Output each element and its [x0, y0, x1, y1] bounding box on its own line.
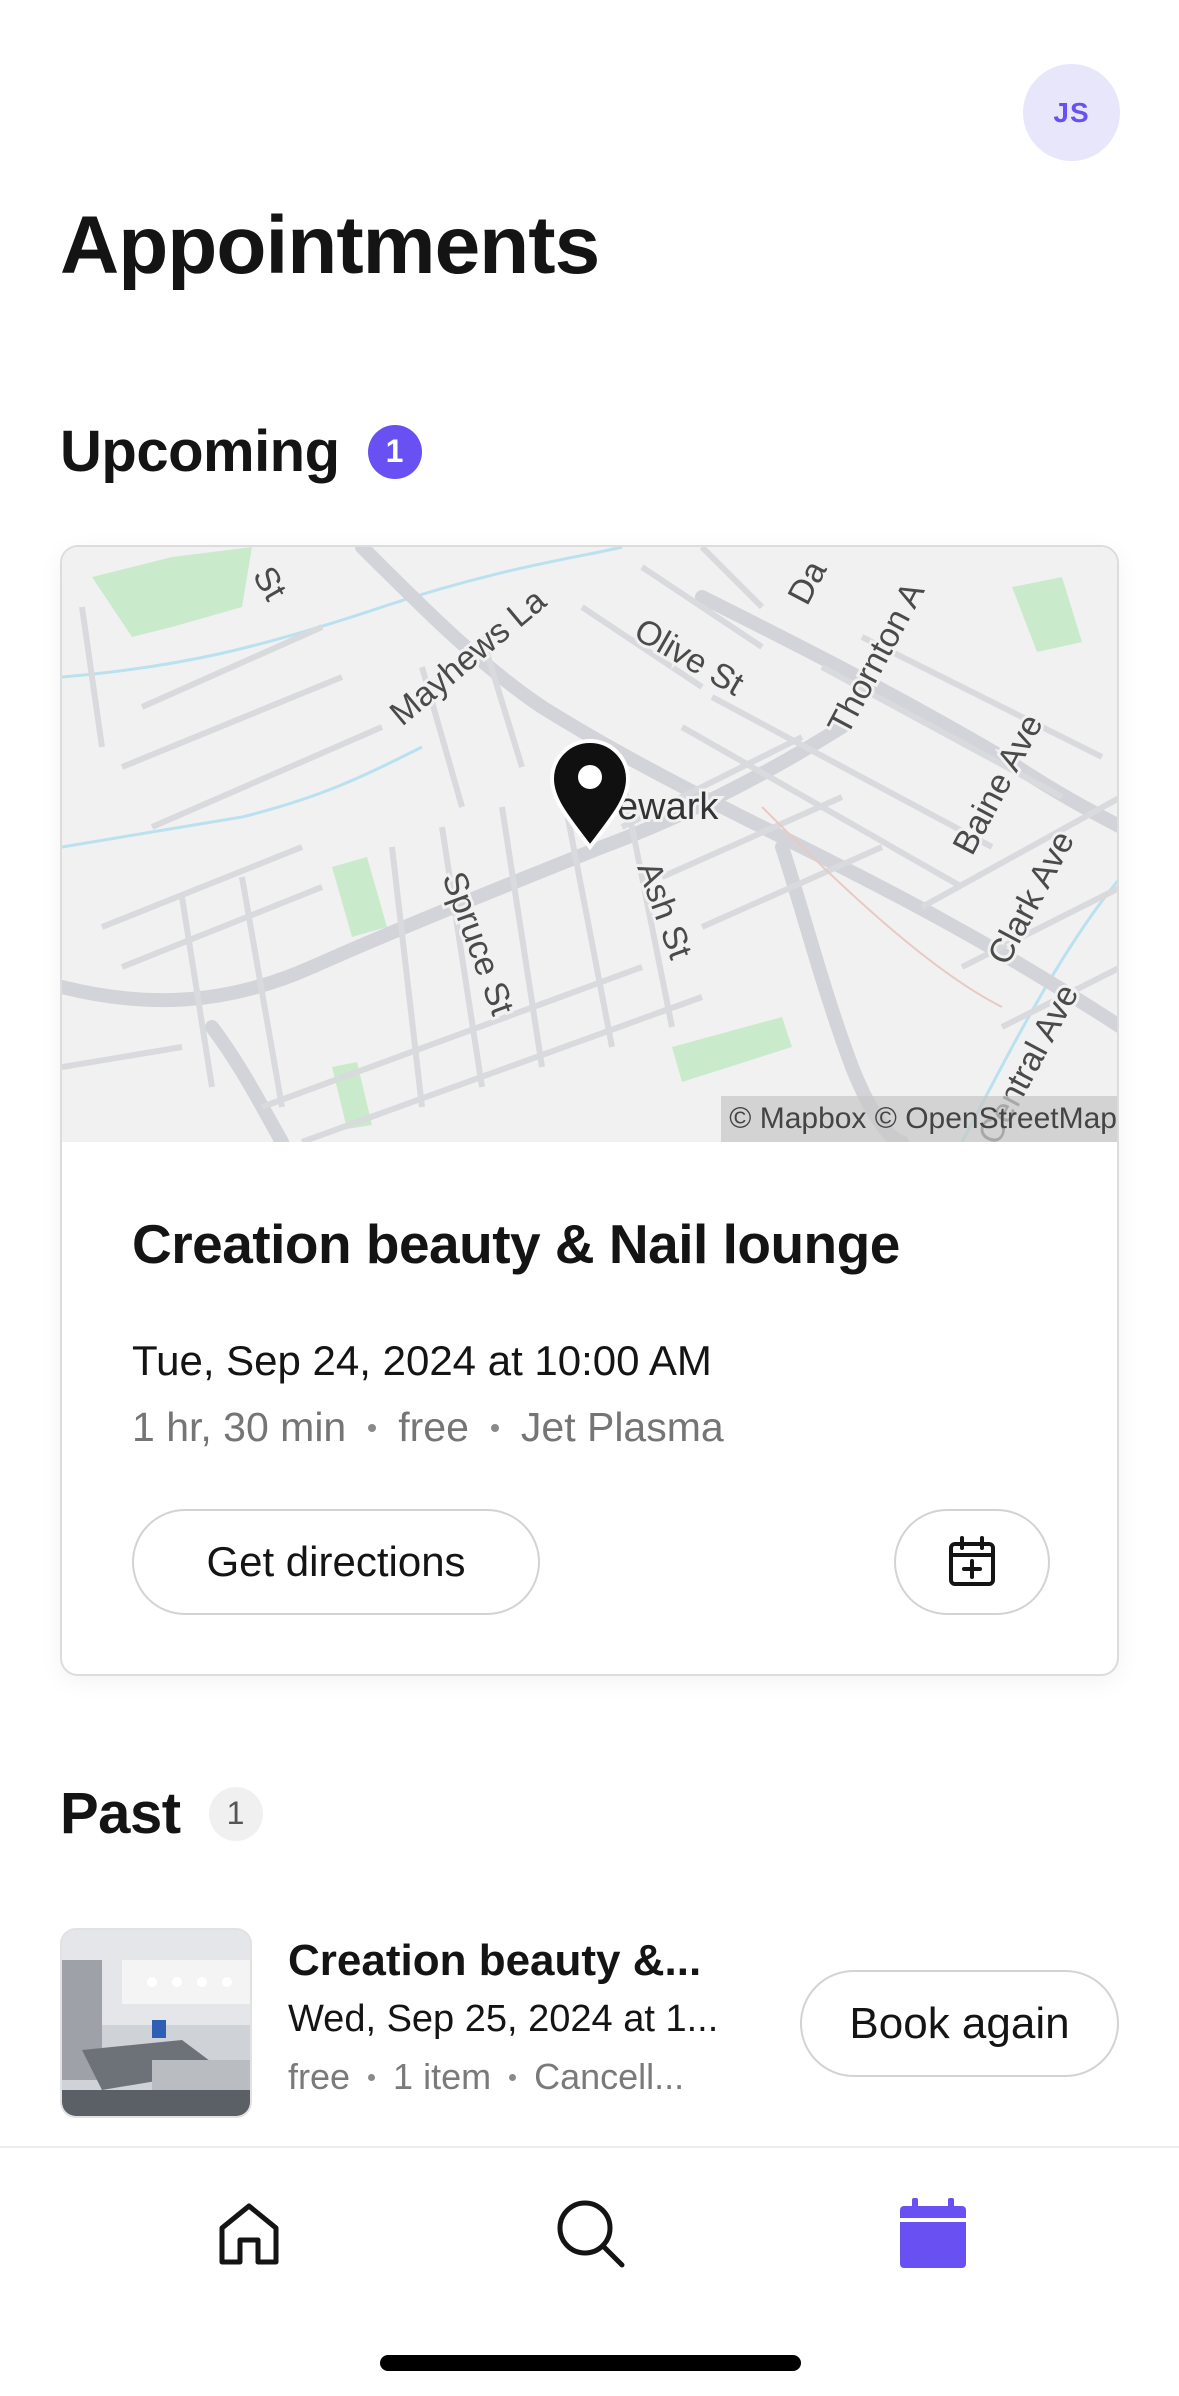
separator-dot — [368, 2073, 376, 2081]
upcoming-label: Upcoming — [60, 419, 340, 484]
past-appointment-item[interactable]: Creation beauty &... Wed, Sep 25, 2024 a… — [60, 1928, 1119, 2118]
map-graphic: St Mayhews La Olive St Da Thornton A Bai… — [62, 547, 1117, 1142]
past-status: Cancell... — [534, 2056, 685, 2097]
past-item-count: 1 item — [393, 2056, 492, 2097]
book-again-button[interactable]: Book again — [800, 1970, 1119, 2077]
upcoming-count-badge: 1 — [367, 424, 422, 479]
past-meta: free 1 item Cancell... — [288, 2056, 684, 2098]
appointment-meta: 1 hr, 30 min free Jet Plasma — [132, 1404, 724, 1451]
past-section-header: Past 1 — [60, 1780, 263, 1847]
get-directions-button[interactable]: Get directions — [132, 1509, 540, 1615]
upcoming-appointment-card[interactable]: St Mayhews La Olive St Da Thornton A Bai… — [60, 545, 1119, 1676]
calendar-add-icon — [949, 1536, 995, 1586]
avatar-initials: JS — [1053, 96, 1090, 128]
past-label: Past — [60, 1781, 181, 1846]
profile-avatar[interactable]: JS — [1023, 64, 1120, 161]
map-label-newark: ewark — [617, 786, 719, 828]
book-again-label: Book again — [849, 1998, 1070, 2048]
venue-thumbnail — [60, 1928, 252, 2118]
appointment-service: Jet Plasma — [520, 1404, 724, 1450]
page-title: Appointments — [60, 200, 600, 291]
past-venue-name: Creation beauty &... — [288, 1936, 702, 1985]
separator-dot — [368, 1423, 377, 1432]
home-indicator — [380, 2355, 801, 2371]
appointment-venue-name: Creation beauty & Nail lounge — [132, 1213, 900, 1275]
calendar-icon — [900, 2198, 966, 2268]
separator-dot — [509, 2073, 517, 2081]
search-icon — [557, 2200, 625, 2268]
add-to-calendar-button[interactable] — [894, 1509, 1050, 1615]
get-directions-label: Get directions — [206, 1538, 466, 1585]
upcoming-section-header: Upcoming 1 — [60, 418, 422, 485]
past-datetime: Wed, Sep 25, 2024 at 1... — [288, 1998, 719, 2040]
appointment-datetime: Tue, Sep 24, 2024 at 10:00 AM — [132, 1337, 712, 1384]
appointment-duration: 1 hr, 30 min — [132, 1404, 347, 1450]
tab-search[interactable] — [545, 2188, 635, 2278]
map-attribution: © Mapbox © OpenStreetMap — [721, 1096, 1117, 1142]
venue-map[interactable]: St Mayhews La Olive St Da Thornton A Bai… — [62, 547, 1117, 1142]
home-icon — [219, 2203, 279, 2265]
past-price: free — [288, 2056, 351, 2097]
separator-dot — [490, 1423, 499, 1432]
tab-appointments[interactable] — [888, 2188, 978, 2278]
tab-home[interactable] — [204, 2188, 294, 2278]
past-count-badge: 1 — [208, 1786, 263, 1841]
appointment-price: free — [398, 1404, 469, 1450]
